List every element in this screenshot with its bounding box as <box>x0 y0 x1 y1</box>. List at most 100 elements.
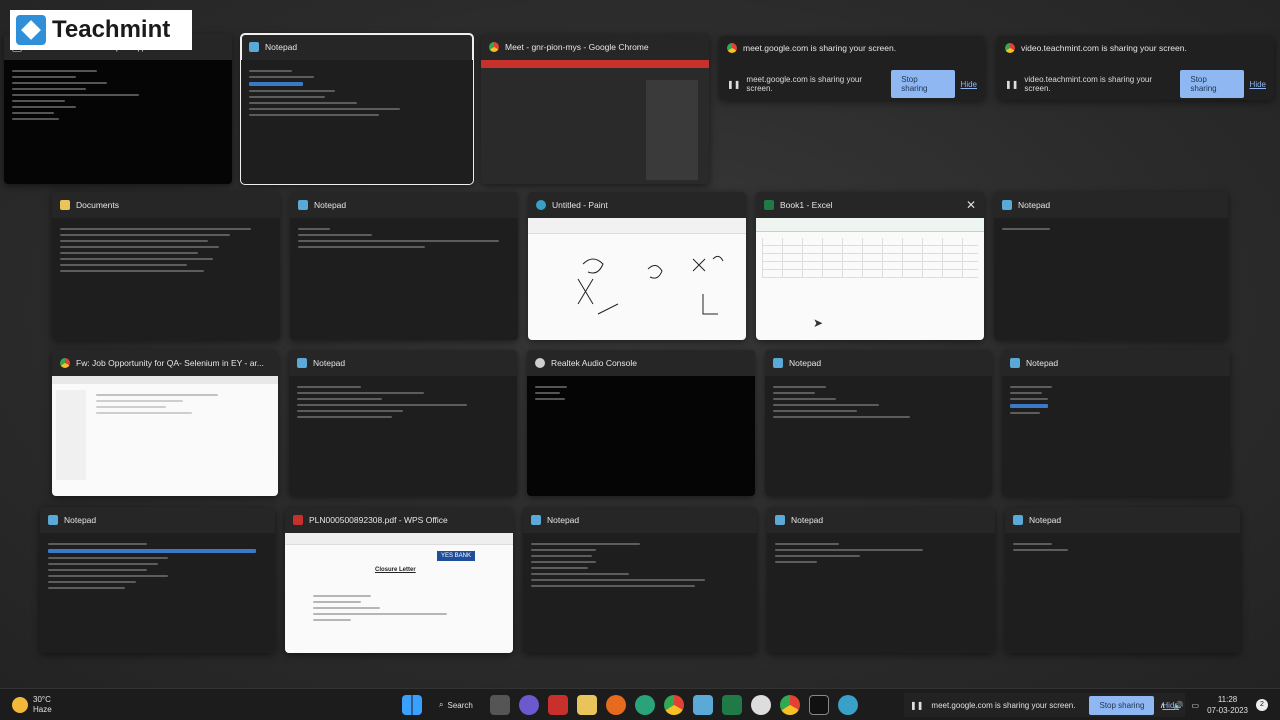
speaker-icon[interactable]: 🔊 <box>1174 701 1184 710</box>
weather-temp: 30°C <box>33 694 51 704</box>
excel-grid <box>762 238 978 278</box>
edge-icon[interactable] <box>634 695 655 715</box>
pause-icon: ❚❚ <box>727 79 741 89</box>
window-title: Notepad <box>1029 515 1062 525</box>
battery-icon[interactable]: ▭ <box>1192 701 1200 710</box>
chrome-taskbar-icon[interactable] <box>663 695 684 715</box>
share-notification-meet: meet.google.com is sharing your screen. … <box>719 36 985 100</box>
start-icon[interactable] <box>402 695 422 715</box>
window-title: Notepad <box>791 515 824 525</box>
window-title: Notepad <box>1026 358 1059 368</box>
chrome-icon <box>60 358 70 368</box>
chrome-icon <box>727 43 737 53</box>
window-thumb-cmd[interactable]: Select Command Prompt - sqlplus <box>4 34 232 184</box>
notepad-icon <box>1010 358 1020 368</box>
chrome-icon <box>1005 43 1015 53</box>
task-view-icon[interactable] <box>489 695 510 715</box>
system-tray: ∧ 🔊 ▭ 11:28 07-03-2023 2 <box>1160 694 1268 716</box>
window-thumb-notepad-2[interactable]: Notepad <box>290 192 518 340</box>
weather-desc: Haze <box>33 704 52 714</box>
firefox-icon[interactable] <box>605 695 626 715</box>
notepad-icon <box>1013 515 1023 525</box>
window-thumb-notepad-4[interactable]: Notepad <box>289 350 517 496</box>
window-thumb-paint[interactable]: Untitled - Paint <box>528 192 746 340</box>
notepad-taskbar-icon[interactable] <box>692 695 713 715</box>
notepad-icon <box>773 358 783 368</box>
teams-chat-icon[interactable] <box>518 695 539 715</box>
notepad-icon <box>298 200 308 210</box>
window-thumb-notepad-6[interactable]: Notepad <box>1002 350 1230 496</box>
window-title: Notepad <box>265 42 298 52</box>
pause-icon: ❚❚ <box>910 700 924 710</box>
paint-taskbar-icon[interactable] <box>837 695 858 715</box>
file-explorer-icon[interactable] <box>576 695 597 715</box>
browser-tab-strip <box>52 376 278 384</box>
window-title: Realtek Audio Console <box>551 358 638 368</box>
close-icon[interactable]: ✕ <box>966 198 976 212</box>
teachmint-logo-icon <box>16 15 46 45</box>
folder-icon <box>60 200 70 210</box>
window-title: Untitled - Paint <box>552 200 608 210</box>
chrome-taskbar-icon-2[interactable] <box>779 695 800 715</box>
window-thumb-wps[interactable]: PLN000500892308.pdf - WPS Office YES BAN… <box>285 507 513 653</box>
notification-message: meet.google.com is sharing your screen. <box>746 75 863 93</box>
window-title: Meet - gnr-pion-mys - Google Chrome <box>505 42 649 52</box>
notification-badge[interactable]: 2 <box>1256 699 1268 711</box>
search-button[interactable]: ⌕ Search <box>431 695 481 715</box>
notification-title: video.teachmint.com is sharing your scre… <box>1021 43 1187 53</box>
notepad-icon <box>531 515 541 525</box>
notepad-icon <box>297 358 307 368</box>
terminal-taskbar-icon[interactable] <box>808 695 829 715</box>
window-thumb-notepad-8[interactable]: Notepad <box>523 507 757 653</box>
notification-message: video.teachmint.com is sharing your scre… <box>1024 75 1153 93</box>
hide-link[interactable]: Hide <box>1250 80 1266 89</box>
excel-taskbar-icon[interactable] <box>721 695 742 715</box>
paint-ribbon <box>528 218 746 234</box>
hide-link[interactable]: Hide <box>961 80 977 89</box>
stop-sharing-button[interactable]: Stop sharing <box>1089 695 1155 715</box>
clock[interactable]: 11:28 07-03-2023 <box>1207 694 1248 716</box>
weather-haze-icon <box>12 696 28 713</box>
excel-icon <box>764 200 774 210</box>
window-thumb-notepad-9[interactable]: Notepad <box>767 507 995 653</box>
notification-title: meet.google.com is sharing your screen. <box>743 43 897 53</box>
window-thumb-notepad-3[interactable]: Notepad <box>994 192 1228 340</box>
doc-heading: Closure Letter <box>375 567 416 573</box>
taskbar-share-bar: ❚❚ meet.google.com is sharing your scree… <box>904 693 1185 717</box>
search-icon: ⌕ <box>439 700 444 709</box>
notepad-icon <box>775 515 785 525</box>
meet-participants-panel <box>646 80 698 180</box>
chrome-icon <box>489 42 499 52</box>
window-title: Notepad <box>547 515 580 525</box>
window-thumb-notepad-1[interactable]: Notepad <box>240 33 474 185</box>
stop-sharing-button[interactable]: Stop sharing <box>891 70 955 98</box>
wps-taskbar-icon[interactable] <box>547 695 568 715</box>
window-thumb-realtek[interactable]: Realtek Audio Console <box>527 350 755 496</box>
pause-icon: ❚❚ <box>1005 79 1019 89</box>
chevron-up-icon[interactable]: ∧ <box>1160 701 1166 710</box>
window-thumb-notepad-10[interactable]: Notepad <box>1005 507 1240 653</box>
notepad-icon <box>1002 200 1012 210</box>
clock-time: 11:28 <box>1217 695 1238 704</box>
bank-logo: YES BANK <box>437 551 476 561</box>
window-thumb-outlook[interactable]: Fw: Job Opportunity for QA- Selenium in … <box>52 350 278 496</box>
mouse-cursor-icon: ➤ <box>813 316 824 330</box>
window-title: Fw: Job Opportunity for QA- Selenium in … <box>76 358 264 368</box>
weather-widget[interactable]: 30°C Haze <box>0 695 200 715</box>
notepad-icon <box>48 515 58 525</box>
realtek-taskbar-icon[interactable] <box>750 695 771 715</box>
window-thumb-meet[interactable]: Meet - gnr-pion-mys - Google Chrome <box>481 34 709 184</box>
paint-canvas <box>577 255 724 315</box>
window-title: Notepad <box>789 358 822 368</box>
search-label: Search <box>447 700 473 710</box>
window-thumb-documents[interactable]: Documents <box>52 192 280 340</box>
notepad-icon <box>249 42 259 52</box>
window-title: Notepad <box>313 358 346 368</box>
window-thumb-notepad-7[interactable]: Notepad <box>40 507 275 653</box>
window-thumb-excel[interactable]: Book1 - Excel ✕ ➤ <box>756 192 984 340</box>
stop-sharing-button[interactable]: Stop sharing <box>1180 70 1244 98</box>
window-title: Book1 - Excel <box>780 200 833 210</box>
taskbar-apps: ⌕ Search <box>402 695 858 715</box>
window-thumb-notepad-5[interactable]: Notepad <box>765 350 992 496</box>
mail-sidebar <box>56 390 86 480</box>
